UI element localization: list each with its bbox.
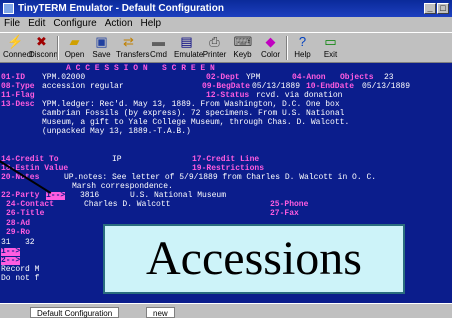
desc-line: Cambrian Fossils (by express). 72 specim…: [42, 109, 345, 118]
help-button[interactable]: ? Help: [290, 34, 315, 62]
cmd-button[interactable]: ▬ Cmd: [146, 34, 171, 62]
transfers-button[interactable]: ⇄ Transfers: [116, 34, 150, 62]
field-label: 08-Type: [1, 82, 35, 91]
field-label: 11-Flag: [1, 91, 35, 100]
row-arrow[interactable]: 2-->: [1, 257, 21, 265]
menu-configure[interactable]: Configure: [49, 17, 100, 29]
transfer-icon: ⇄: [123, 34, 134, 49]
exit-button[interactable]: ▭ Exit: [318, 34, 343, 62]
accessions-caption-box: Accessions: [103, 224, 405, 294]
menu-bar: File Edit Configure Action Help: [0, 17, 452, 32]
open-button[interactable]: ▰ Open: [62, 34, 87, 62]
color-icon: ◆: [265, 34, 276, 49]
menu-file[interactable]: File: [0, 17, 24, 29]
dept-value: YPM: [246, 73, 261, 82]
keyboard-icon: ⌨: [233, 34, 253, 49]
menu-help[interactable]: Help: [137, 17, 166, 29]
disconnect-icon: ✖: [36, 34, 47, 49]
field-label: 10-EndDate: [306, 82, 355, 91]
help-icon: ?: [298, 34, 307, 49]
donot-label: Do not f: [1, 274, 40, 283]
desc-line: (unpacked May 13, 1889.-T.A.B.): [42, 127, 191, 136]
field-label: 13-Desc: [1, 100, 35, 109]
screen-header: A C C E S S I O N S C R E E N: [66, 64, 215, 73]
app-icon: [3, 3, 14, 14]
desc-line: YPM.ledger: Rec'd. May 13, 1889. From Wa…: [42, 100, 340, 109]
emulate-icon: ▤: [180, 34, 193, 49]
cmd-icon: ▬: [152, 34, 165, 49]
id-value: YPM.02000: [42, 73, 86, 82]
field-label: 01-ID: [1, 73, 26, 82]
row-31: 31 32: [1, 238, 35, 247]
field-label: 04-Anon: [292, 73, 326, 82]
status-value: rcvd. via donation: [256, 91, 343, 100]
field-label: 29-Ro: [6, 228, 31, 237]
menu-action[interactable]: Action: [101, 17, 137, 29]
field-label: 24-Contact: [6, 200, 55, 209]
save-icon: ▣: [95, 34, 108, 49]
menu-edit[interactable]: Edit: [24, 17, 49, 29]
toolbar-separator: [286, 36, 288, 60]
emulate-button[interactable]: ▤ Emulate: [174, 34, 203, 62]
printer-icon: ⎙: [209, 34, 220, 49]
save-button[interactable]: ▣ Save: [89, 34, 114, 62]
field-label: 26-Title: [6, 209, 45, 218]
open-icon: ▰: [69, 34, 80, 49]
session-tab-bar: Default Configuration new: [0, 303, 452, 318]
credit-to-value: IP: [112, 155, 122, 164]
title-bar: TinyTERM Emulator - Default Configuratio…: [0, 0, 452, 17]
toolbar-separator: [57, 36, 59, 60]
party-value: U.S. National Museum: [130, 191, 227, 200]
tab-default-configuration[interactable]: Default Configuration: [30, 307, 120, 318]
party-number: 3816: [80, 191, 100, 200]
notes-line: UP.notes: See letter of 5/9/1889 from Ch…: [64, 173, 377, 182]
contact-value: Charles D. Walcott: [84, 200, 171, 209]
field-label: 27-Fax: [270, 209, 299, 218]
field-label: Objects: [340, 73, 374, 82]
color-button[interactable]: ◆ Color: [258, 34, 283, 62]
desc-line: Museum, a gift to Yale College Museum, t…: [42, 118, 350, 127]
type-value: accession regular: [42, 82, 124, 91]
disconnect-button[interactable]: ✖ Disconn: [29, 34, 58, 62]
objects-value: 23: [384, 73, 394, 82]
tab-new[interactable]: new: [146, 307, 175, 318]
notes-line: Marsh correspondence.: [72, 182, 173, 191]
begdate-value: 05/13/1889: [252, 82, 301, 91]
caption-title: Accessions: [146, 232, 362, 285]
minimize-button[interactable]: _: [424, 3, 436, 14]
printer-button[interactable]: ⎙ Printer: [202, 34, 227, 62]
enddate-value: 05/13/1889: [362, 82, 411, 91]
toolbar: ⚡ Connect ✖ Disconn ▰ Open ▣ Save ⇄ Tran…: [0, 32, 452, 63]
maximize-button[interactable]: □: [437, 3, 449, 14]
connect-button[interactable]: ⚡ Connect: [3, 34, 33, 62]
row-arrow[interactable]: 1-->: [1, 248, 21, 256]
field-label: 14-Credit To: [1, 155, 59, 164]
field-label: 25-Phone: [270, 200, 309, 209]
field-label: 12-Status: [206, 91, 250, 100]
window-title: TinyTERM Emulator - Default Configuratio…: [18, 3, 224, 14]
field-label: 19-Restrictions: [192, 164, 265, 173]
field-label: 28-Ad: [6, 219, 31, 228]
field-label: 09-BegDate: [202, 82, 251, 91]
field-label: 17-Credit Line: [192, 155, 260, 164]
exit-icon: ▭: [324, 34, 337, 49]
record-label: Record M: [1, 265, 40, 274]
field-label: 02-Dept: [206, 73, 240, 82]
connect-icon: ⚡: [7, 34, 24, 49]
field-label: 22-Party: [1, 191, 40, 200]
keyb-button[interactable]: ⌨ Keyb: [230, 34, 255, 62]
